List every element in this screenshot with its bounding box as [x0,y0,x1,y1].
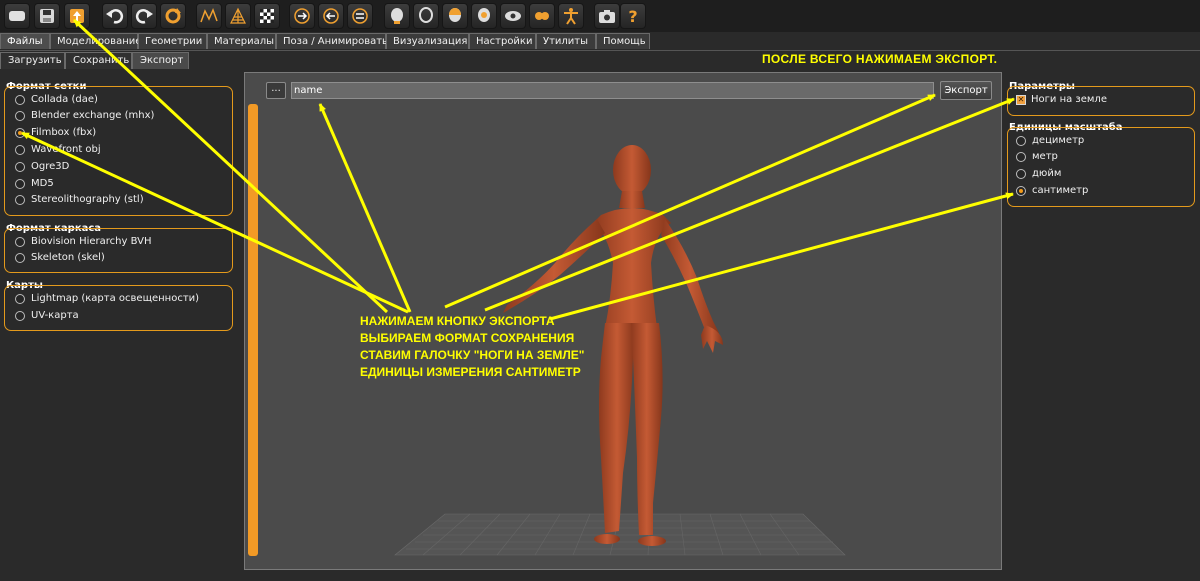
pose-icon[interactable] [558,3,584,29]
unit-option-decimeter[interactable]: дециметр [1016,134,1084,148]
3d-viewport[interactable] [244,72,1002,570]
radio-button-selected[interactable] [15,128,25,138]
radio-button[interactable] [15,111,25,121]
head-side-icon[interactable] [413,3,439,29]
browse-button[interactable]: ... [266,82,286,99]
tab-load[interactable]: Загрузить [0,52,65,69]
human-model-scene [394,145,846,556]
tab-settings[interactable]: Настройки [469,33,536,49]
radio-button[interactable] [1016,169,1026,179]
filename-input[interactable] [291,82,934,99]
reset-icon[interactable] [160,3,186,29]
tab-utilities[interactable]: Утилиты [536,33,596,49]
main-tab-bar: Файлы Моделирование Геометрии Материалы … [0,33,1200,51]
new-icon[interactable] [4,3,30,29]
radio-button[interactable] [15,95,25,105]
skeleton-option-bvh[interactable]: Biovision Hierarchy BVH [15,235,152,249]
main-toolbar: ? [0,0,1200,32]
unit-option-meter[interactable]: метр [1016,150,1058,164]
radio-button[interactable] [15,195,25,205]
radio-button[interactable] [15,237,25,247]
radio-button[interactable] [1016,152,1026,162]
save-icon[interactable] [34,3,60,29]
mesh-option-fbx[interactable]: Filmbox (fbx) [15,126,96,140]
mesh-option-obj[interactable]: Wavefront obj [15,143,101,157]
redo-icon[interactable] [131,3,157,29]
feet-on-ground-option[interactable]: ✕ Ноги на земле [1016,93,1107,107]
back-view-icon[interactable] [318,3,344,29]
head-front-icon[interactable] [384,3,410,29]
instruction-line: ЕДИНИЦЫ ИЗМЕРЕНИЯ САНТИМЕТР [360,365,581,379]
chest-icon[interactable] [529,3,555,29]
mesh-option-mhx[interactable]: Blender exchange (mhx) [15,109,154,123]
radio-button-selected[interactable] [1016,186,1026,196]
front-view-icon[interactable] [289,3,315,29]
tab-visualization[interactable]: Визуализация [386,33,469,49]
export-button[interactable]: Экспорт [940,81,992,100]
tab-geometries[interactable]: Геометрии [138,33,207,49]
radio-button[interactable] [15,253,25,263]
eyes-icon[interactable] [500,3,526,29]
radio-button[interactable] [15,162,25,172]
skeleton-option-skel[interactable]: Skeleton (skel) [15,251,105,265]
tab-save[interactable]: Сохранить [65,52,132,69]
annotation-top-notice: ПОСЛЕ ВСЕГО НАЖИМАЕМ ЭКСПОРТ. [762,52,998,66]
radio-button[interactable] [15,294,25,304]
unit-option-inch[interactable]: дюйм [1016,167,1061,181]
unit-option-centimeter[interactable]: сантиметр [1016,184,1088,198]
help-icon[interactable]: ? [620,3,646,29]
mesh-option-stl[interactable]: Stereolithography (stl) [15,193,144,207]
viewport-scrollbar[interactable] [248,104,258,556]
svg-text:?: ? [628,7,637,26]
radio-button[interactable] [1016,136,1026,146]
undo-icon[interactable] [102,3,128,29]
tab-help[interactable]: Помощь [596,33,650,49]
floor-grid [394,513,846,556]
export-icon[interactable] [64,3,90,29]
instruction-line: ВЫБИРАЕМ ФОРМАТ СОХРАНЕНИЯ [360,331,575,345]
head-back-icon[interactable] [471,3,497,29]
instruction-line: СТАВИМ ГАЛОЧКУ "НОГИ НА ЗЕМЛЕ" [360,348,585,362]
tab-pose-animate[interactable]: Поза / Анимировать [276,33,388,49]
feet-on-ground-checkbox[interactable]: ✕ [1016,95,1026,105]
smooth-icon[interactable] [225,3,251,29]
side-view-icon[interactable] [347,3,373,29]
mesh-option-ogre3d[interactable]: Ogre3D [15,160,69,174]
maps-option-lightmap[interactable]: Lightmap (карта освещенности) [15,292,199,306]
annotation-instructions: НАЖИМАЕМ КНОПКУ ЭКСПОРТА ВЫБИРАЕМ ФОРМАТ… [360,313,584,381]
radio-button[interactable] [15,311,25,321]
grid-icon[interactable] [254,3,280,29]
mesh-option-md5[interactable]: MD5 [15,177,54,191]
tab-export[interactable]: Экспорт [132,52,189,69]
tab-modeling[interactable]: Моделирование [50,33,141,49]
tab-files[interactable]: Файлы [0,33,50,49]
maps-option-uv[interactable]: UV-карта [15,309,79,323]
radio-button[interactable] [15,145,25,155]
radio-button[interactable] [15,179,25,189]
instruction-line: НАЖИМАЕМ КНОПКУ ЭКСПОРТА [360,314,555,328]
mesh-option-collada[interactable]: Collada (dae) [15,93,98,107]
screenshot-icon[interactable] [594,3,620,29]
wireframe-icon[interactable] [196,3,222,29]
sub-tab-bar: Загрузить Сохранить Экспорт [0,51,1200,69]
head-top-icon[interactable] [442,3,468,29]
tab-materials[interactable]: Материалы [207,33,276,49]
